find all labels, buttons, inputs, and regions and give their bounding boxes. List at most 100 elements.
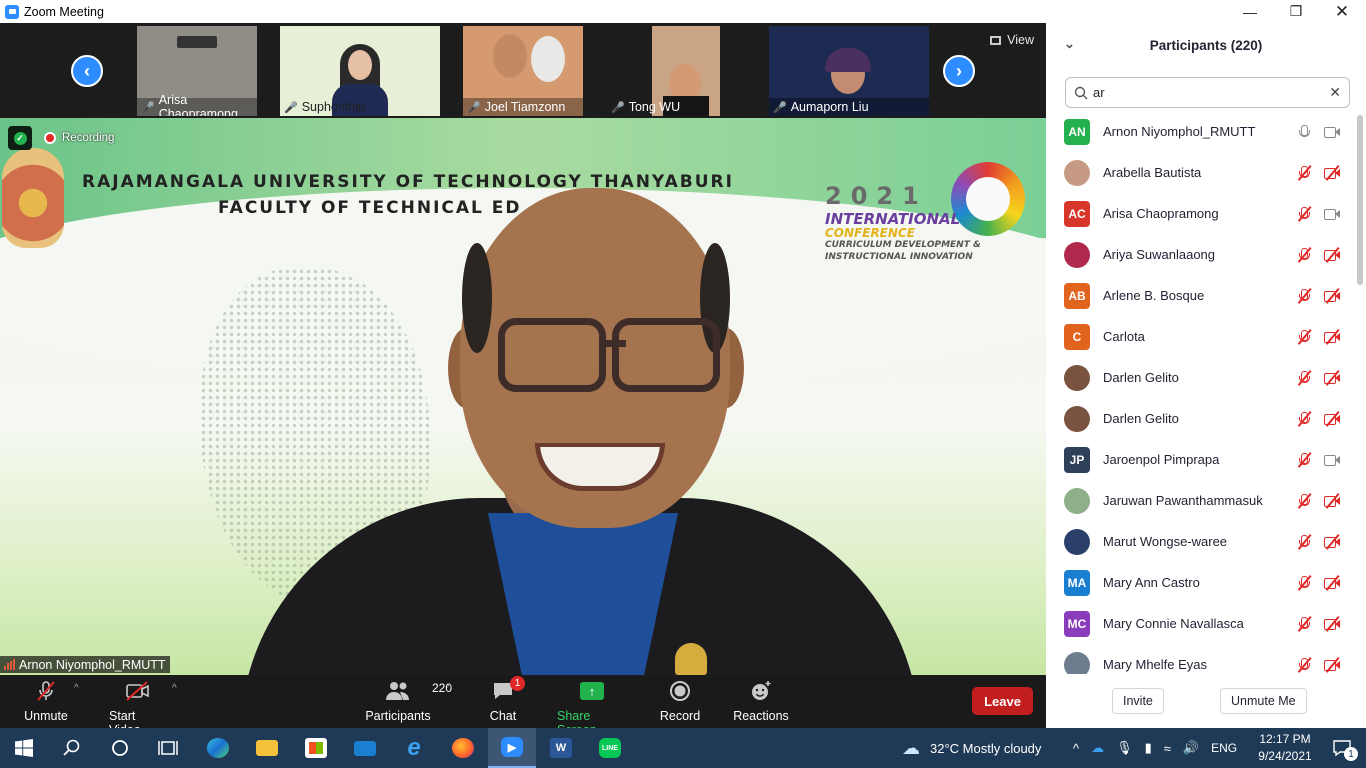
participant-row[interactable]: Jaruwan Pawanthammasuk bbox=[1046, 480, 1366, 521]
line-app-icon[interactable]: LINE bbox=[586, 728, 634, 768]
task-view-icon[interactable] bbox=[144, 728, 192, 768]
participant-row[interactable]: AC Arisa Chaopramong bbox=[1046, 193, 1366, 234]
video-off-icon[interactable] bbox=[1324, 328, 1340, 345]
participants-options-caret-icon[interactable]: ^ bbox=[447, 683, 452, 694]
close-icon[interactable]: ✕ bbox=[1319, 0, 1365, 23]
input-language[interactable]: ENG bbox=[1211, 741, 1237, 755]
mic-muted-icon[interactable] bbox=[1296, 328, 1312, 345]
video-thumbnail[interactable]: 🎤 Suphonthip bbox=[280, 26, 440, 116]
security-shield-icon[interactable] bbox=[8, 126, 32, 150]
participant-status-icons bbox=[1296, 205, 1340, 222]
video-thumbnail[interactable]: 🎤 Aumaporn Liu bbox=[769, 26, 929, 116]
participant-row[interactable]: C Carlota bbox=[1046, 316, 1366, 357]
participant-row[interactable]: AN Arnon Niyomphol_RMUTT bbox=[1046, 111, 1366, 152]
video-camera-icon[interactable] bbox=[1324, 124, 1340, 140]
collapse-panel-chevron-icon[interactable]: ⌄ bbox=[1064, 36, 1075, 52]
video-off-icon[interactable] bbox=[1324, 574, 1340, 591]
show-hidden-icons-chevron-icon[interactable]: ^ bbox=[1073, 741, 1079, 756]
cortana-icon[interactable] bbox=[96, 728, 144, 768]
mic-muted-icon[interactable] bbox=[1296, 574, 1312, 591]
participant-row[interactable]: Ariya Suwanlaaong bbox=[1046, 234, 1366, 275]
video-off-icon[interactable] bbox=[1324, 615, 1340, 632]
video-off-icon[interactable] bbox=[1324, 164, 1340, 181]
mic-icon[interactable] bbox=[1296, 124, 1312, 140]
unmute-button[interactable]: Unmute bbox=[24, 679, 68, 723]
clear-search-icon[interactable]: ✕ bbox=[1329, 84, 1341, 101]
audio-options-caret-icon[interactable]: ^ bbox=[74, 683, 79, 694]
participant-row[interactable]: MA Mary Ann Castro bbox=[1046, 562, 1366, 603]
video-off-icon[interactable] bbox=[1324, 656, 1340, 673]
video-thumbnail[interactable]: 🎤 Tong WU bbox=[607, 26, 720, 116]
file-explorer-icon[interactable] bbox=[243, 728, 291, 768]
mic-muted-icon[interactable] bbox=[1296, 164, 1312, 181]
video-off-icon[interactable] bbox=[1324, 492, 1340, 509]
firefox-icon[interactable] bbox=[439, 728, 487, 768]
weather-text: 32°C Mostly cloudy bbox=[930, 740, 1042, 756]
participant-list-scrollbar[interactable] bbox=[1357, 115, 1363, 285]
record-button[interactable]: Record bbox=[660, 679, 700, 723]
minimize-icon[interactable]: — bbox=[1227, 0, 1273, 23]
mic-muted-icon[interactable] bbox=[1296, 492, 1312, 509]
volume-icon[interactable]: 🔊 bbox=[1183, 740, 1199, 756]
microphone-icon[interactable]: 🎙 bbox=[1116, 740, 1133, 756]
unmute-me-button[interactable]: Unmute Me bbox=[1220, 688, 1307, 714]
panel-header: ⌄ Participants (220) bbox=[1046, 23, 1366, 67]
participant-search-box[interactable]: ✕ bbox=[1065, 77, 1350, 108]
reactions-button[interactable]: Reactions bbox=[733, 679, 789, 723]
next-page-icon[interactable]: › bbox=[943, 55, 975, 87]
word-icon[interactable]: W bbox=[537, 728, 585, 768]
participant-status-icons bbox=[1296, 287, 1340, 304]
mic-muted-icon[interactable] bbox=[1296, 246, 1312, 263]
video-off-icon[interactable] bbox=[1324, 410, 1340, 427]
speaker-name-tag: Arnon Niyomphol_RMUTT bbox=[0, 656, 170, 673]
video-camera-icon[interactable] bbox=[1324, 206, 1340, 222]
edge-browser-icon[interactable] bbox=[194, 728, 242, 768]
leave-button[interactable]: Leave bbox=[972, 687, 1033, 715]
video-off-icon[interactable] bbox=[1324, 369, 1340, 386]
video-options-caret-icon[interactable]: ^ bbox=[172, 683, 177, 694]
restore-icon[interactable]: ❐ bbox=[1273, 0, 1319, 23]
mic-muted-icon[interactable] bbox=[1296, 369, 1312, 386]
participant-row[interactable]: Mary Mhelfe Eyas bbox=[1046, 644, 1366, 674]
wifi-icon[interactable]: ≈ bbox=[1164, 741, 1171, 756]
participant-row[interactable]: MC Mary Connie Navallasca bbox=[1046, 603, 1366, 644]
microsoft-store-icon[interactable] bbox=[292, 728, 340, 768]
system-clock[interactable]: 12:17 PM 9/24/2021 bbox=[1250, 731, 1320, 765]
mic-muted-icon[interactable] bbox=[1296, 451, 1312, 468]
participant-row[interactable]: Marut Wongse-waree bbox=[1046, 521, 1366, 562]
chat-button[interactable]: 1 Chat bbox=[490, 676, 525, 723]
video-thumbnail[interactable]: 🎤 Joel Tiamzonn bbox=[463, 26, 583, 116]
previous-page-icon[interactable]: ‹ bbox=[71, 55, 103, 87]
participant-row[interactable]: JP Jaroenpol Pimprapa bbox=[1046, 439, 1366, 480]
video-off-icon[interactable] bbox=[1324, 533, 1340, 550]
view-button[interactable]: View bbox=[990, 33, 1034, 47]
onedrive-cloud-icon[interactable]: ☁ bbox=[1091, 740, 1104, 756]
mic-muted-icon[interactable] bbox=[1296, 533, 1312, 550]
battery-icon[interactable]: ▮ bbox=[1145, 740, 1152, 756]
video-off-icon[interactable] bbox=[1324, 287, 1340, 304]
mic-muted-icon[interactable] bbox=[1296, 410, 1312, 427]
participant-row[interactable]: Darlen Gelito bbox=[1046, 398, 1366, 439]
unmute-label: Unmute bbox=[24, 709, 68, 723]
video-thumbnail[interactable]: 🎤 Arisa Chaopramong bbox=[137, 26, 257, 116]
mic-muted-icon[interactable] bbox=[1296, 287, 1312, 304]
participant-row[interactable]: AB Arlene B. Bosque bbox=[1046, 275, 1366, 316]
video-camera-icon[interactable] bbox=[1324, 452, 1340, 468]
video-off-icon[interactable] bbox=[1324, 246, 1340, 263]
zoom-taskbar-icon[interactable]: ▶ bbox=[488, 728, 536, 768]
windows-start-icon[interactable] bbox=[0, 728, 48, 768]
search-input[interactable] bbox=[1093, 85, 1330, 100]
internet-explorer-icon[interactable]: e bbox=[390, 728, 438, 768]
participant-row[interactable]: Darlen Gelito bbox=[1046, 357, 1366, 398]
search-icon[interactable] bbox=[48, 728, 96, 768]
notifications-icon[interactable]: 1 bbox=[1318, 728, 1366, 768]
participant-name: Carlota bbox=[1103, 329, 1145, 344]
invite-button[interactable]: Invite bbox=[1112, 688, 1164, 714]
mic-muted-icon[interactable] bbox=[1296, 205, 1312, 222]
participant-row[interactable]: Arabella Bautista bbox=[1046, 152, 1366, 193]
mic-muted-icon[interactable] bbox=[1296, 656, 1312, 673]
participants-button[interactable]: 220 Participants bbox=[365, 679, 452, 723]
mail-icon[interactable] bbox=[341, 728, 389, 768]
weather-widget[interactable]: ☁ 32°C Mostly cloudy bbox=[902, 728, 1041, 768]
mic-muted-icon[interactable] bbox=[1296, 615, 1312, 632]
